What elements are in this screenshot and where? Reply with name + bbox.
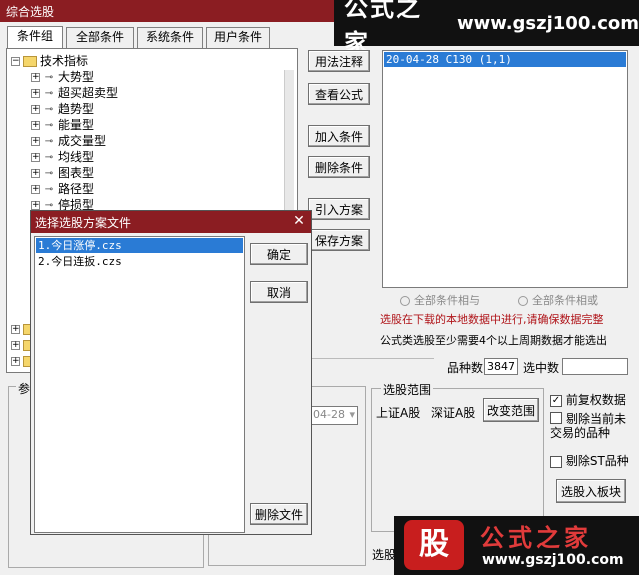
expand-icon[interactable]: +	[31, 153, 40, 162]
key-icon: ⊸	[44, 103, 54, 115]
chevron-down-icon: ▾	[349, 408, 355, 421]
expand-icon[interactable]: +	[11, 325, 20, 334]
range-sz-label: 深证A股	[431, 406, 476, 420]
tree-item[interactable]: + ⊸ 大势型	[31, 69, 94, 85]
exclude-st-label: 剔除ST品种	[565, 454, 629, 468]
delete-file-button[interactable]: 删除文件	[250, 503, 308, 525]
tree-root[interactable]: − 技术指标	[11, 53, 88, 69]
radio-all-and[interactable]: 全部条件相与	[400, 292, 480, 308]
window-title: 综合选股	[6, 5, 55, 19]
add-to-block-button[interactable]: 选股入板块	[556, 479, 626, 503]
watermark-bottom-name: 公式之家	[480, 524, 592, 552]
plan-file-list[interactable]: 1.今日涨停.czs 2.今日连扳.czs	[34, 236, 245, 533]
ok-button[interactable]: 确定	[250, 243, 308, 265]
cancel-button[interactable]: 取消	[250, 281, 308, 303]
separator	[310, 358, 434, 376]
key-icon: ⊸	[44, 183, 54, 195]
range-sh-label: 上证A股	[376, 406, 421, 420]
close-icon[interactable]: ✕	[291, 213, 307, 229]
watermark-banner: 公式之家 www.gszj100.com	[334, 0, 639, 57]
tree-item-label: 趋势型	[58, 102, 95, 116]
selected-count-field	[562, 358, 628, 375]
expand-icon[interactable]: +	[31, 169, 40, 178]
condition-list[interactable]: 20-04-28 C130 (1,1)	[382, 50, 628, 288]
expand-icon[interactable]: +	[31, 73, 40, 82]
watermark-bottom: 股 公式之家 www.gszj100.com	[394, 516, 639, 575]
tab-all-conditions[interactable]: 全部条件	[66, 27, 134, 48]
expand-icon[interactable]: +	[11, 341, 20, 350]
select-bottom-label: 选股	[372, 548, 397, 562]
collapse-icon[interactable]: −	[11, 57, 20, 66]
tree-item[interactable]: + ⊸ 图表型	[31, 165, 94, 181]
tree-item[interactable]: + ⊸ 路径型	[31, 181, 94, 197]
expand-icon[interactable]: +	[31, 185, 40, 194]
add-condition-button[interactable]: 加入条件	[308, 125, 370, 147]
adjust-checkbox[interactable]: ✓ 前复权数据	[550, 391, 626, 408]
key-icon: ⊸	[44, 167, 54, 179]
tab-user-conditions[interactable]: 用户条件	[206, 27, 270, 48]
tree-item-label: 路径型	[58, 182, 95, 196]
radio-all-or[interactable]: 全部条件相或	[518, 292, 598, 308]
watermark-badge: 股	[404, 520, 464, 570]
tree-item-label: 均线型	[58, 150, 95, 164]
dialog-title: 选择选股方案文件	[35, 216, 132, 230]
tree-item-label: 能量型	[58, 118, 95, 132]
tab-system-conditions[interactable]: 系统条件	[137, 27, 203, 48]
select-plan-dialog[interactable]: 选择选股方案文件 ✕ 1.今日涨停.czs 2.今日连扳.czs 确定 取消 删…	[30, 210, 312, 535]
save-plan-button[interactable]: 保存方案	[308, 229, 370, 251]
exclude-st-checkbox[interactable]: 剔除ST品种	[550, 452, 629, 469]
watermark-bottom-url: www.gszj100.com	[482, 552, 624, 568]
radio-icon	[518, 296, 528, 306]
expand-icon[interactable]: +	[31, 121, 40, 130]
key-icon: ⊸	[44, 87, 54, 99]
checkbox-icon	[550, 455, 562, 468]
view-formula-button[interactable]: 查看公式	[308, 83, 370, 105]
date-select[interactable]: 04-28 ▾	[310, 406, 358, 425]
condition-list-item[interactable]: 20-04-28 C130 (1,1)	[384, 52, 626, 67]
date-select-value: 04-28	[313, 408, 345, 421]
expand-icon[interactable]: +	[31, 201, 40, 210]
expand-icon[interactable]: +	[31, 89, 40, 98]
delete-condition-button[interactable]: 删除条件	[308, 156, 370, 178]
expand-icon[interactable]: +	[31, 105, 40, 114]
plan-file-item[interactable]: 1.今日涨停.czs	[36, 238, 243, 253]
change-range-button[interactable]: 改变范围	[483, 398, 539, 422]
range-groupbox-title: 选股范围	[381, 381, 434, 398]
tree-root-label: 技术指标	[40, 54, 89, 68]
plan-file-item[interactable]: 2.今日连扳.czs	[36, 254, 243, 269]
key-icon: ⊸	[44, 135, 54, 147]
checkbox-checked-icon: ✓	[550, 394, 562, 407]
tree-item-label: 大势型	[58, 70, 95, 84]
import-plan-button[interactable]: 引入方案	[308, 198, 370, 220]
expand-icon[interactable]: +	[31, 137, 40, 146]
adjust-checkbox-label: 前复权数据	[565, 393, 626, 407]
key-icon: ⊸	[44, 71, 54, 83]
exclude-suspended-checkbox[interactable]: 剔除当前未交易的品种	[550, 412, 636, 440]
radio-icon	[400, 296, 410, 306]
local-data-note: 选股在下载的本地数据中进行,请确保数据完整	[380, 313, 604, 326]
formula-need-note: 公式类选股至少需要4个以上周期数据才能选出	[380, 334, 607, 347]
tree-item[interactable]: + ⊸ 超买超卖型	[31, 85, 118, 101]
folder-icon	[23, 56, 37, 67]
usage-notes-button[interactable]: 用法注释	[308, 50, 370, 72]
key-icon: ⊸	[44, 119, 54, 131]
watermark-url: www.gszj100.com	[456, 12, 639, 34]
tree-item[interactable]: + ⊸ 成交量型	[31, 133, 106, 149]
variety-count-label: 品种数	[447, 361, 484, 375]
key-icon: ⊸	[44, 151, 54, 163]
tree-item[interactable]: + ⊸ 均线型	[31, 149, 94, 165]
tree-item-label: 成交量型	[58, 134, 107, 148]
radio-all-and-label: 全部条件相与	[414, 294, 480, 307]
tree-item-label: 超买超卖型	[58, 86, 119, 100]
tab-condition-group[interactable]: 条件组	[7, 26, 63, 48]
tree-item[interactable]: + ⊸ 趋势型	[31, 101, 94, 117]
variety-count-field: 3847	[484, 358, 518, 375]
tree-item-label: 图表型	[58, 166, 95, 180]
expand-icon[interactable]: +	[11, 357, 20, 366]
selected-count-label: 选中数	[523, 361, 560, 375]
radio-all-or-label: 全部条件相或	[532, 294, 598, 307]
checkbox-icon	[550, 412, 562, 424]
dialog-titlebar: 选择选股方案文件	[31, 211, 311, 233]
tree-item[interactable]: + ⊸ 能量型	[31, 117, 94, 133]
